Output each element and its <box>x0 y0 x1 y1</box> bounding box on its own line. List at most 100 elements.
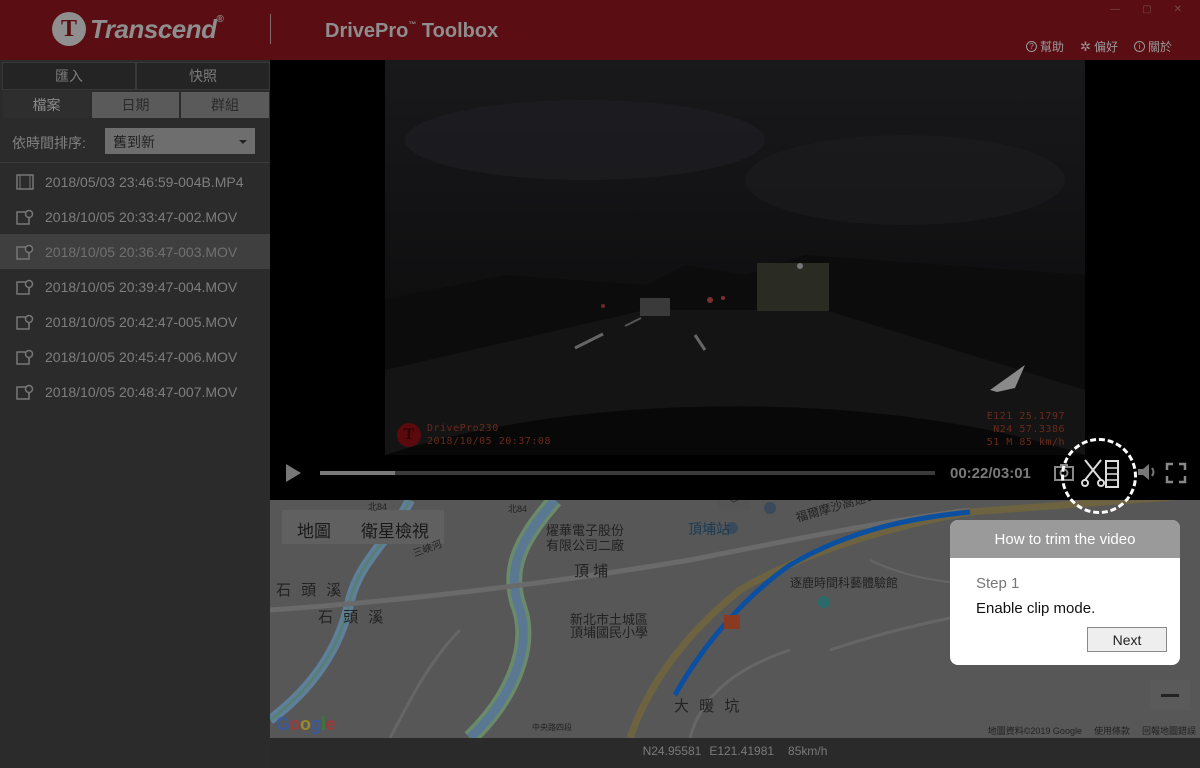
play-icon[interactable] <box>286 464 301 482</box>
file-list-item[interactable]: 2018/10/05 20:39:47-004.MOV <box>0 269 270 304</box>
map-label: 大 暖 坑 <box>674 698 743 715</box>
gear-icon: ✲ <box>1080 38 1091 54</box>
info-icon: i <box>1133 41 1145 52</box>
brand-registered: ® <box>216 13 224 25</box>
file-name: 2018/10/05 20:42:47-005.MOV <box>45 313 238 330</box>
map-label: 中央路四段 <box>532 723 572 732</box>
transcend-logo-mark: T <box>52 12 86 46</box>
sort-dropdown-value: 舊到新 <box>113 134 155 150</box>
video-gps-icon <box>16 314 34 330</box>
video-watermark: T DrivePro230 2018/10/05 20:37:08 <box>397 422 551 448</box>
close-icon[interactable]: ✕ <box>1174 4 1182 15</box>
app-window: T Transcend® DrivePro™ Toolbox — ▢ ✕ ? 幫… <box>0 0 1200 768</box>
file-list-item[interactable]: 2018/10/05 20:36:47-003.MOV <box>0 234 270 269</box>
map-label: 有限公司二廠 <box>546 538 625 553</box>
header-divider <box>270 14 271 44</box>
help-menu-item[interactable]: ? 幫助 <box>1026 38 1064 55</box>
report-error-link[interactable]: 回報地圖錯誤 <box>1142 724 1196 737</box>
source-tabs: 匯入 快照 <box>2 62 270 90</box>
about-menu-item[interactable]: i 關於 <box>1133 38 1172 55</box>
file-name: 2018/10/05 20:48:47-007.MOV <box>45 383 238 400</box>
minus-icon <box>1161 693 1179 697</box>
watermark-logo: T <box>397 423 421 447</box>
overlay-model: DrivePro230 <box>427 423 499 434</box>
gps-status-bar: N24.95581 E121.41981 85km/h <box>270 738 1200 768</box>
map-label: 逐鹿時間科藝體驗館 <box>790 576 899 590</box>
file-list-item[interactable]: 2018/10/05 20:48:47-007.MOV <box>0 374 270 409</box>
overlay-alt-speed: 51 M 85 km/h <box>986 437 1065 448</box>
dashcam-frame-image <box>385 60 1085 455</box>
map-label: 石 頭 溪 <box>318 609 387 626</box>
window-controls: — ▢ ✕ <box>1110 4 1182 15</box>
google-logo: Google <box>276 714 336 734</box>
video-gps-icon <box>16 279 34 295</box>
map-label: 石 頭 溪 <box>276 582 345 599</box>
tab-map[interactable]: 地圖 <box>282 510 346 544</box>
app-title: DrivePro™ Toolbox <box>325 20 499 42</box>
file-list-item[interactable]: 2018/05/03 23:46:59-004B.MP4 <box>0 164 270 199</box>
top-menu: ? 幫助 ✲ 偏好 i 關於 <box>1026 38 1172 55</box>
next-button[interactable]: Next <box>1087 627 1167 652</box>
minimize-icon[interactable]: — <box>1110 4 1120 15</box>
file-name: 2018/05/03 23:46:59-004B.MP4 <box>45 173 244 190</box>
tab-import[interactable]: 匯入 <box>2 62 136 90</box>
time-display: 00:22/03:01 <box>950 465 1031 482</box>
video-gps-icon <box>16 209 34 225</box>
overlay-latitude: N24 57.3386 <box>993 424 1065 435</box>
tutorial-step: Step 1 <box>976 575 1020 592</box>
preferences-menu-item[interactable]: ✲ 偏好 <box>1080 38 1118 55</box>
video-frame: T DrivePro230 2018/10/05 20:37:08 E121 2… <box>385 60 1085 455</box>
status-longitude: E121.41981 <box>709 744 775 758</box>
tutorial-popup: How to trim the video Step 1 Enable clip… <box>950 520 1180 665</box>
divider <box>0 162 270 163</box>
file-list-item[interactable]: 2018/10/05 20:42:47-005.MOV <box>0 304 270 339</box>
video-player[interactable]: T DrivePro230 2018/10/05 20:37:08 E121 2… <box>270 60 1200 500</box>
volume-icon[interactable] <box>1136 462 1158 482</box>
seek-bar[interactable] <box>320 471 935 475</box>
brand-name: Transcend <box>90 13 217 44</box>
zoom-out-button[interactable] <box>1150 680 1190 710</box>
file-list: 2018/05/03 23:46:59-004B.MP4 2018/10/05 2… <box>0 164 270 409</box>
overlay-datetime: 2018/10/05 20:37:08 <box>427 436 551 447</box>
map-type-tabs: 地圖 衛星檢視 <box>282 510 444 544</box>
transcend-logo: T Transcend® <box>52 12 224 46</box>
collapse-map-button[interactable]: ﹀ <box>718 500 750 510</box>
file-list-item[interactable]: 2018/10/05 20:45:47-006.MOV <box>0 339 270 374</box>
terms-link[interactable]: 使用條款 <box>1094 724 1130 737</box>
map-label: 頂埔站 <box>688 521 730 537</box>
status-latitude: N24.95581 <box>642 744 702 758</box>
video-file-icon <box>16 173 34 190</box>
file-name: 2018/10/05 20:45:47-006.MOV <box>45 348 238 365</box>
file-name: 2018/10/05 20:36:47-003.MOV <box>45 243 238 260</box>
sidebar: 匯入 快照 檔案 日期 群組 依時間排序: 舊到新 2018/05/03 23:… <box>0 60 270 768</box>
tab-date[interactable]: 日期 <box>91 91 180 119</box>
help-icon: ? <box>1026 41 1038 52</box>
map-label: 北84 <box>508 504 528 514</box>
file-name: 2018/10/05 20:39:47-004.MOV <box>45 278 238 295</box>
tutorial-title: How to trim the video <box>950 520 1180 558</box>
overlay-longitude: E121 25.1797 <box>986 411 1065 422</box>
map-label: 頂埔國民小學 <box>570 625 649 640</box>
tutorial-highlight-ring <box>1061 438 1137 514</box>
video-gps-icon <box>16 349 34 365</box>
map-data-credit: 地圖資料©2019 Google <box>987 726 1082 736</box>
video-gps-icon <box>16 384 34 400</box>
sort-dropdown[interactable]: 舊到新 <box>105 128 255 154</box>
tab-files[interactable]: 檔案 <box>2 91 91 119</box>
video-gps-icon <box>16 244 34 260</box>
chevron-down-icon <box>239 140 247 144</box>
fullscreen-icon[interactable] <box>1165 462 1187 484</box>
gps-overlay: E121 25.1797 N24 57.3386 51 M 85 km/h <box>987 410 1065 449</box>
status-speed: 85km/h <box>788 744 828 758</box>
sort-label: 依時間排序: <box>12 135 86 151</box>
maximize-icon[interactable]: ▢ <box>1142 4 1151 15</box>
map-attribution: 地圖資料©2019 Google 使用條款 回報地圖錯誤 <box>988 724 1200 737</box>
map-label: 北84 <box>368 502 388 512</box>
seek-progress <box>320 471 395 475</box>
app-header: T Transcend® DrivePro™ Toolbox — ▢ ✕ ? 幫… <box>0 0 1200 60</box>
file-list-item[interactable]: 2018/10/05 20:33:47-002.MOV <box>0 199 270 234</box>
tab-snapshot[interactable]: 快照 <box>136 62 270 90</box>
tab-group[interactable]: 群組 <box>180 91 270 119</box>
sort-row: 依時間排序: 舊到新 <box>0 128 270 154</box>
view-tabs: 檔案 日期 群組 <box>2 91 270 119</box>
